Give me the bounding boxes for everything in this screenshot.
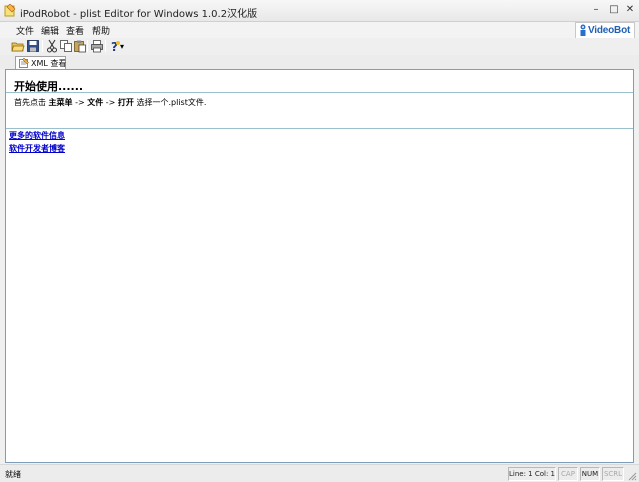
menu-view[interactable]: 查看: [66, 24, 84, 37]
window-title: iPodRobot - plist Editor for Windows 1.0…: [20, 9, 258, 20]
instruction-arrow: ->: [75, 98, 85, 107]
more-software-info-link[interactable]: 更多的软件信息: [9, 130, 65, 141]
open-folder-icon[interactable]: [11, 39, 25, 53]
instruction-step-main-menu: 主菜单: [48, 98, 73, 107]
robot-icon: [580, 24, 586, 36]
developer-blog-link[interactable]: 软件开发者博客: [9, 143, 65, 154]
menu-bar: 文件 编辑 查看 帮助: [0, 22, 639, 38]
instruction-prefix: 首先点击: [14, 98, 46, 107]
toolbar-separator: [87, 40, 88, 52]
toolbar-separator: [105, 40, 106, 52]
xml-view-icon: [19, 58, 29, 68]
tab-strip: XML 查看: [0, 55, 639, 69]
title-bar[interactable]: iPodRobot - plist Editor for Windows 1.0…: [0, 0, 639, 22]
num-lock-indicator: NUM: [580, 467, 600, 481]
caps-lock-indicator: CAP: [558, 467, 578, 481]
save-icon[interactable]: [26, 39, 40, 53]
status-text: 就绪: [5, 470, 21, 479]
instruction-suffix: 选择一个.plist文件.: [136, 98, 207, 107]
menu-edit[interactable]: 编辑: [41, 24, 59, 37]
divider: [6, 128, 633, 129]
print-icon[interactable]: [90, 39, 104, 53]
cut-icon[interactable]: [45, 39, 59, 53]
app-icon: [4, 4, 16, 17]
logo-text: VideoBot: [588, 25, 631, 36]
copy-icon[interactable]: [59, 39, 73, 53]
videobot-logo[interactable]: VideoBot: [575, 22, 635, 39]
paste-icon[interactable]: [73, 39, 87, 53]
help-dropdown-arrow[interactable]: ▾: [120, 41, 128, 55]
toolbar: ? ▾: [0, 38, 639, 55]
status-bar: 就绪 Line: 1 Col: 1 CAP NUM SCRL: [0, 464, 639, 482]
minimize-button[interactable]: –: [588, 3, 604, 17]
menu-help[interactable]: 帮助: [92, 24, 110, 37]
cursor-position: Line: 1 Col: 1: [508, 467, 556, 481]
close-button[interactable]: ✕: [622, 3, 638, 17]
divider: [6, 92, 633, 93]
tab-label: XML 查看: [31, 59, 67, 68]
resize-grip-icon[interactable]: [626, 470, 637, 481]
instruction-step-open: 打开: [117, 98, 134, 107]
instruction-arrow: ->: [105, 98, 116, 107]
menu-file[interactable]: 文件: [16, 24, 34, 37]
maximize-button[interactable]: □: [606, 3, 622, 17]
instruction-text: 首先点击 主菜单 -> 文件 -> 打开 选择一个.plist文件.: [14, 97, 206, 108]
content-panel: 开始使用...... 首先点击 主菜单 -> 文件 -> 打开 选择一个.pli…: [5, 69, 634, 463]
app-window: iPodRobot - plist Editor for Windows 1.0…: [0, 0, 639, 482]
scroll-lock-indicator: SCRL: [602, 467, 624, 481]
instruction-step-file: 文件: [87, 98, 104, 107]
tab-xml-view[interactable]: XML 查看: [15, 56, 66, 69]
toolbar-separator: [42, 40, 43, 52]
